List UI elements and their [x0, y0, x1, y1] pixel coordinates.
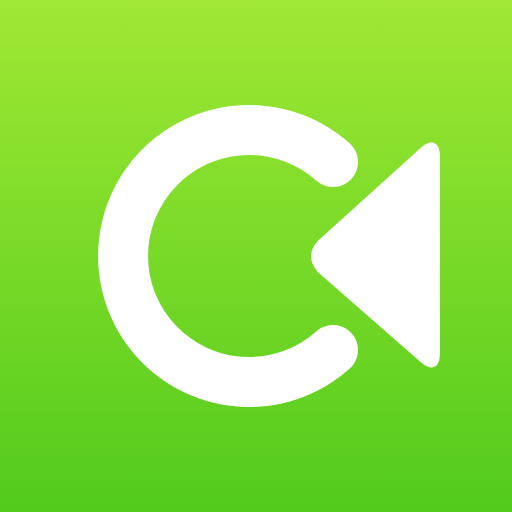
app-icon[interactable]: [0, 0, 512, 512]
c-arc-icon: [98, 105, 358, 407]
app-logo: [98, 105, 440, 407]
